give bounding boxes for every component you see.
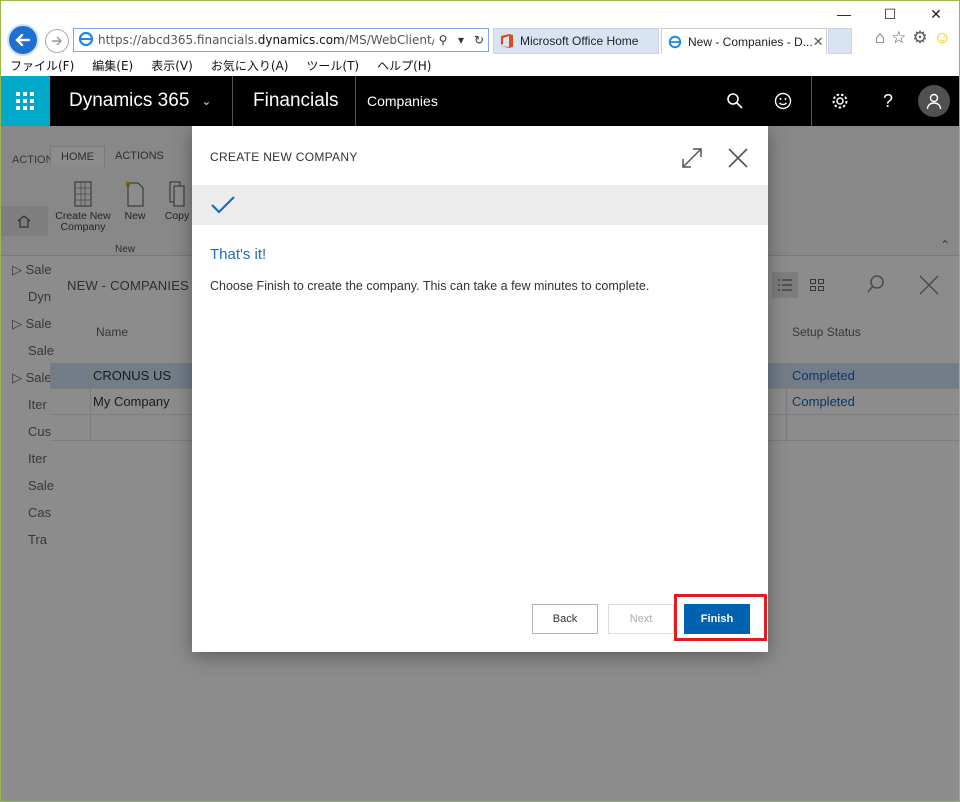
minimize-button[interactable]: —: [821, 0, 867, 28]
gear-icon[interactable]: ⚙: [912, 28, 927, 48]
app-launcher-icon[interactable]: [0, 76, 50, 126]
maximize-button[interactable]: ☐: [867, 0, 913, 28]
favorites-star-icon[interactable]: ☆: [891, 28, 906, 48]
tab-close-icon[interactable]: ✕: [813, 34, 824, 50]
progress-band: [192, 185, 768, 225]
address-bar[interactable]: https://abcd365.financials.dynamics.com/…: [73, 28, 489, 52]
create-company-dialog: CREATE NEW COMPANY That's it! Choose Fin…: [192, 126, 768, 652]
search-icon[interactable]: [711, 76, 759, 126]
dropdown-icon[interactable]: ▾: [452, 33, 470, 47]
ie-page-icon: [78, 31, 94, 50]
app-name[interactable]: Financials: [233, 76, 356, 126]
dialog-heading: That's it!: [210, 246, 267, 263]
divider: [811, 76, 812, 126]
tab-label: Microsoft Office Home: [520, 34, 639, 48]
close-window-button[interactable]: ✕: [913, 0, 959, 28]
menu-favorites[interactable]: お気に入り(A): [202, 56, 298, 76]
close-icon[interactable]: [726, 146, 750, 170]
menu-file[interactable]: ファイル(F): [1, 56, 83, 76]
brand-menu[interactable]: Dynamics 365 ⌄: [50, 76, 233, 126]
window-controls: — ☐ ✕: [821, 0, 959, 28]
highlight-box: [674, 594, 767, 641]
chevron-down-icon: ⌄: [201, 94, 212, 108]
back-arrow-icon[interactable]: [7, 24, 39, 56]
expand-icon[interactable]: [680, 146, 704, 170]
menu-view[interactable]: 表示(V): [142, 56, 202, 76]
checkmark-icon: [210, 194, 236, 221]
header-actions: ?: [711, 76, 960, 126]
refresh-icon[interactable]: ↻: [470, 33, 488, 47]
dialog-body-text: Choose Finish to create the company. Thi…: [210, 279, 650, 293]
forward-arrow-icon[interactable]: [45, 29, 69, 53]
search-icon[interactable]: ⚲: [434, 33, 452, 47]
menu-edit[interactable]: 編集(E): [83, 56, 142, 76]
home-icon[interactable]: ⌂: [875, 28, 885, 48]
tab-label: New - Companies - D...: [688, 34, 813, 49]
avatar[interactable]: [918, 85, 950, 117]
smiley-icon[interactable]: ☺: [934, 28, 951, 48]
dialog-title: CREATE NEW COMPANY: [210, 150, 358, 164]
tab-office-home[interactable]: Microsoft Office Home: [493, 28, 659, 54]
menu-tools[interactable]: ツール(T): [297, 56, 368, 76]
browser-chrome: — ☐ ✕ https://abcd365.financials.dynamic…: [0, 0, 960, 76]
menu-help[interactable]: ヘルプ(H): [368, 56, 440, 76]
address-url[interactable]: https://abcd365.financials.dynamics.com/…: [98, 33, 434, 47]
app-header: Dynamics 365 ⌄ Financials Companies ?: [0, 76, 960, 126]
feedback-smiley-icon[interactable]: [759, 76, 807, 126]
menu-bar: ファイル(F) 編集(E) 表示(V) お気に入り(A) ツール(T) ヘルプ(…: [1, 56, 440, 76]
new-tab-button[interactable]: [828, 28, 852, 54]
brand-name: Dynamics 365: [69, 90, 190, 111]
settings-gear-icon[interactable]: [816, 76, 864, 126]
next-button: Next: [608, 604, 674, 634]
tab-companies[interactable]: New - Companies - D... ✕: [661, 28, 827, 54]
ie-page-icon: [668, 35, 682, 49]
area-title: Companies: [367, 93, 438, 109]
office-logo-icon: [500, 33, 514, 49]
browser-tools: ⌂ ☆ ⚙ ☺: [875, 28, 951, 48]
help-icon[interactable]: ?: [864, 76, 912, 126]
back-button[interactable]: Back: [532, 604, 598, 634]
